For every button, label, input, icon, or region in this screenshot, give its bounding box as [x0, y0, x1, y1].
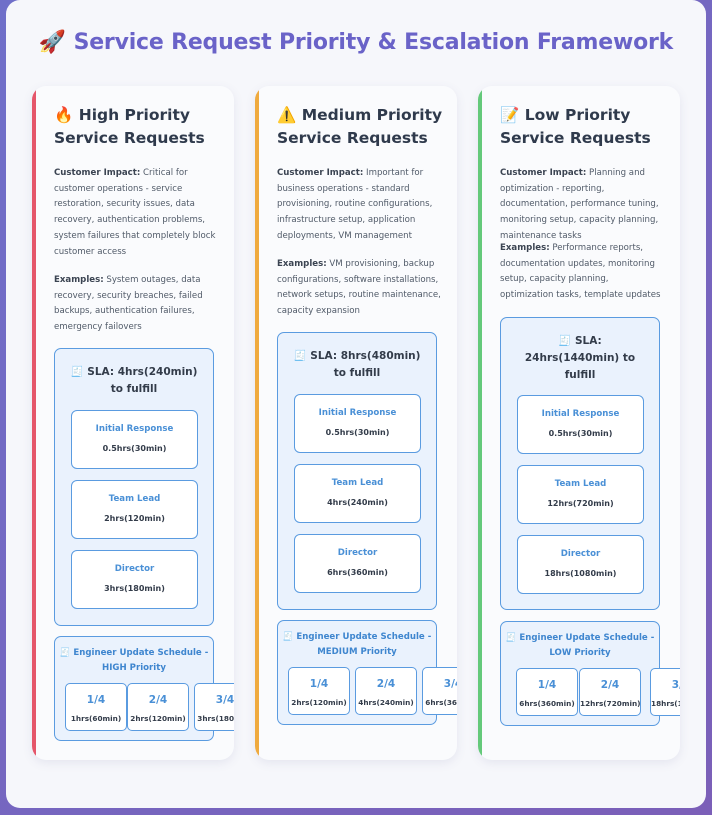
examples: Examples: System outages, data recovery,… — [54, 275, 203, 333]
card-title: ⚠️ Medium Priority Service Requests — [277, 106, 443, 147]
sla-box: 🧾 SLA: 4hrs(240min) to fulfill Initial R… — [54, 348, 214, 626]
update-schedule-heading: 🧾 Engineer Update Schedule - HIGH Priori… — [59, 648, 209, 673]
warning-icon: ⚠️ — [277, 106, 297, 124]
card-title: 📝 Low Priority Service Requests — [500, 106, 651, 147]
escalation-step-director: Director 6hrs(360min) — [294, 534, 421, 593]
escalation-step-director: Director 18hrs(1080min) — [517, 535, 644, 594]
page-title-text: Service Request Priority & Escalation Fr… — [73, 30, 674, 55]
sla-heading: 🧾 SLA: 4hrs(240min) to fulfill — [70, 366, 198, 395]
priority-edge — [478, 86, 482, 760]
sla-box: 🧾 SLA: 8hrs(480min) to fulfill Initial R… — [277, 332, 437, 610]
memo-icon: 📝 — [500, 106, 520, 124]
update-slot: 1/4 6hrs(360min) — [516, 668, 578, 716]
receipt-icon: 🧾 — [59, 648, 71, 658]
priority-card-low: 📝 Low Priority Service Requests Customer… — [478, 86, 680, 760]
receipt-icon: 🧾 — [282, 632, 294, 642]
escalation-step-initial-response: Initial Response 0.5hrs(30min) — [294, 394, 421, 453]
update-slot: 1/4 2hrs(120min) — [288, 667, 350, 715]
sla-heading: 🧾 SLA: 8hrs(480min) to fulfill — [293, 350, 421, 379]
card-title: 🔥 High Priority Service Requests — [54, 106, 205, 147]
customer-impact: Customer Impact: Important for business … — [277, 168, 433, 241]
update-slot: 2/4 2hrs(120min) — [127, 683, 189, 731]
escalation-step-director: Director 3hrs(180min) — [71, 550, 198, 609]
update-slot: 2/4 12hrs(720min) — [579, 668, 641, 716]
fire-icon: 🔥 — [54, 106, 74, 124]
update-slot: 3/4 18hrs(1080min) — [650, 668, 680, 716]
escalation-step-initial-response: Initial Response 0.5hrs(30min) — [71, 410, 198, 469]
update-schedule: 🧾 Engineer Update Schedule - MEDIUM Prio… — [277, 620, 457, 725]
examples: Examples: VM provisioning, backup config… — [277, 259, 441, 317]
sla-box: 🧾 SLA: 24hrs(1440min) to fulfill Initial… — [500, 317, 660, 610]
receipt-icon: 🧾 — [505, 633, 517, 643]
escalation-step-team-lead: Team Lead 4hrs(240min) — [294, 464, 421, 523]
customer-impact: Customer Impact: Planning and optimizati… — [500, 168, 659, 241]
escalation-step-team-lead: Team Lead 2hrs(120min) — [71, 480, 198, 539]
priority-edge — [255, 86, 259, 760]
update-schedule: 🧾 Engineer Update Schedule - HIGH Priori… — [54, 636, 234, 741]
receipt-icon: 🧾 — [293, 350, 307, 362]
update-slot: 1/4 1hrs(60min) — [65, 683, 127, 731]
update-schedule: 🧾 Engineer Update Schedule - LOW Priorit… — [500, 621, 680, 726]
update-slot: 3/4 3hrs(180min) — [194, 683, 234, 731]
priority-edge — [32, 86, 36, 760]
update-schedule-heading: 🧾 Engineer Update Schedule - MEDIUM Prio… — [282, 632, 432, 657]
page-title: 🚀 Service Request Priority & Escalation … — [6, 30, 706, 55]
priority-card-high: 🔥 High Priority Service Requests Custome… — [32, 86, 234, 760]
sla-heading: 🧾 SLA: 24hrs(1440min) to fulfill — [524, 335, 636, 381]
update-slot: 2/4 4hrs(240min) — [355, 667, 417, 715]
escalation-step-initial-response: Initial Response 0.5hrs(30min) — [517, 395, 644, 454]
update-slot: 3/4 6hrs(360min) — [422, 667, 457, 715]
priority-card-medium: ⚠️ Medium Priority Service Requests Cust… — [255, 86, 457, 760]
page-container: 🚀 Service Request Priority & Escalation … — [6, 0, 706, 808]
examples: Examples: Performance reports, documenta… — [500, 243, 661, 301]
rocket-icon: 🚀 — [38, 30, 67, 55]
escalation-step-team-lead: Team Lead 12hrs(720min) — [517, 465, 644, 524]
customer-impact: Customer Impact: Critical for customer o… — [54, 168, 216, 257]
receipt-icon: 🧾 — [558, 335, 572, 347]
update-schedule-heading: 🧾 Engineer Update Schedule - LOW Priorit… — [505, 633, 655, 658]
receipt-icon: 🧾 — [70, 366, 84, 378]
